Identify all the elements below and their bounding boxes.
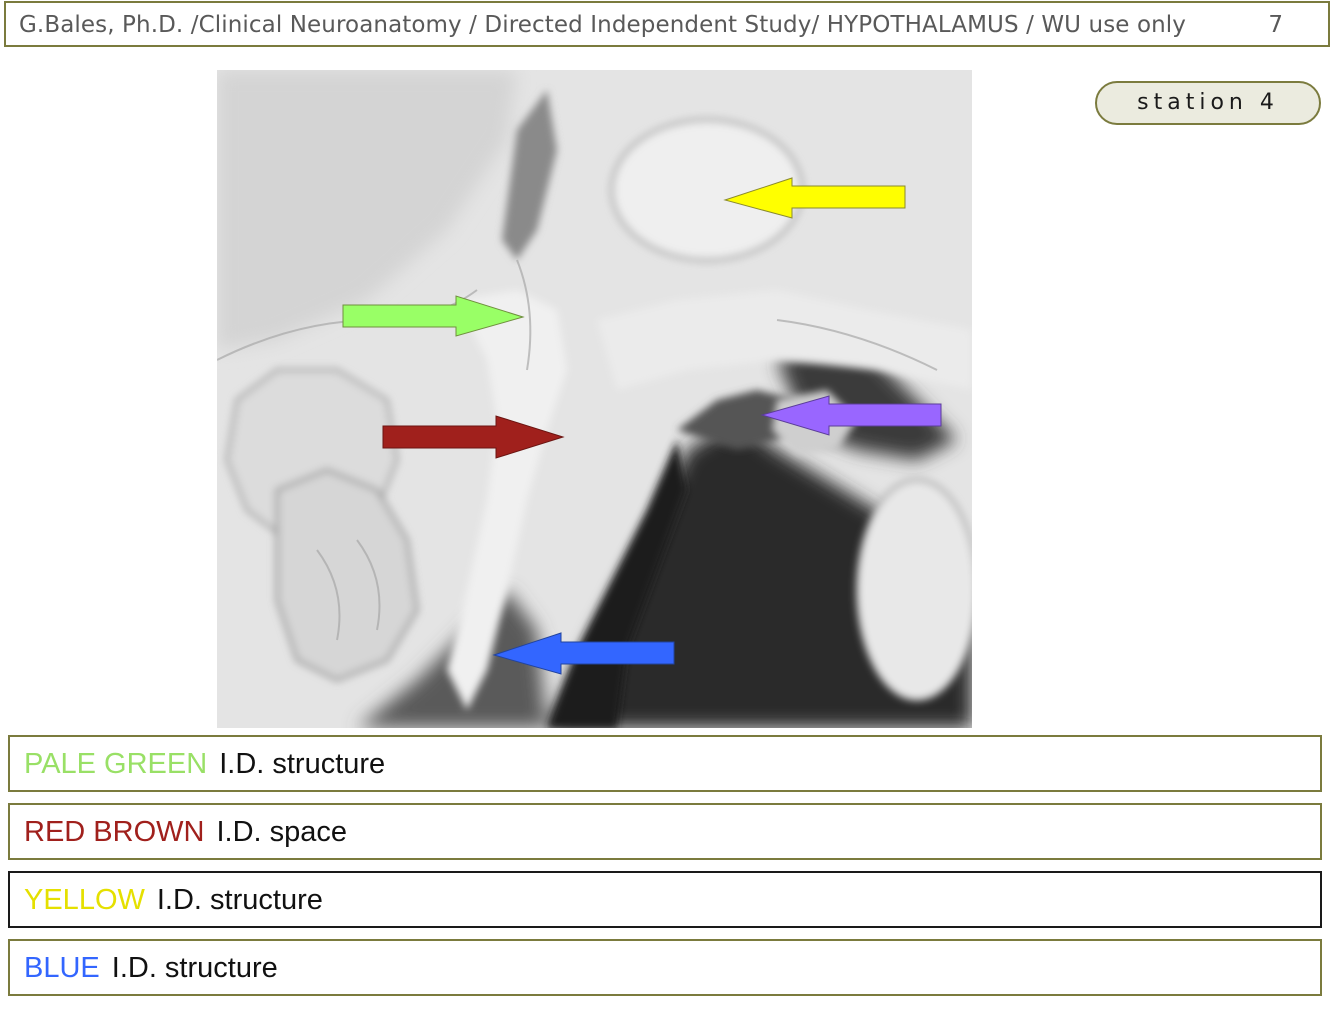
color-word-pale-green: PALE GREEN	[24, 748, 208, 780]
question-yellow: YELLOW I.D. structure	[8, 871, 1322, 928]
question-prompt: I.D. structure	[156, 884, 323, 916]
brain-section-image	[217, 70, 972, 728]
question-prompt: I.D. space	[216, 816, 348, 848]
header-title: G.Bales, Ph.D. /Clinical Neuroanatomy / …	[19, 12, 1187, 38]
question-prompt: I.D. structure	[219, 748, 386, 780]
color-word-yellow: YELLOW	[24, 884, 145, 916]
question-blue: BLUE I.D. structure	[8, 939, 1322, 996]
header-bar: G.Bales, Ph.D. /Clinical Neuroanatomy / …	[4, 1, 1330, 47]
question-prompt: I.D. structure	[111, 952, 278, 984]
question-pale-green: PALE GREEN I.D. structure	[8, 735, 1322, 792]
color-word-blue: BLUE	[24, 952, 100, 984]
page-number: 7	[1268, 12, 1283, 38]
brain-section-figure	[217, 70, 972, 728]
station-badge: station 4	[1095, 81, 1321, 125]
color-word-red-brown: RED BROWN	[24, 816, 205, 848]
question-red-brown: RED BROWN I.D. space	[8, 803, 1322, 860]
